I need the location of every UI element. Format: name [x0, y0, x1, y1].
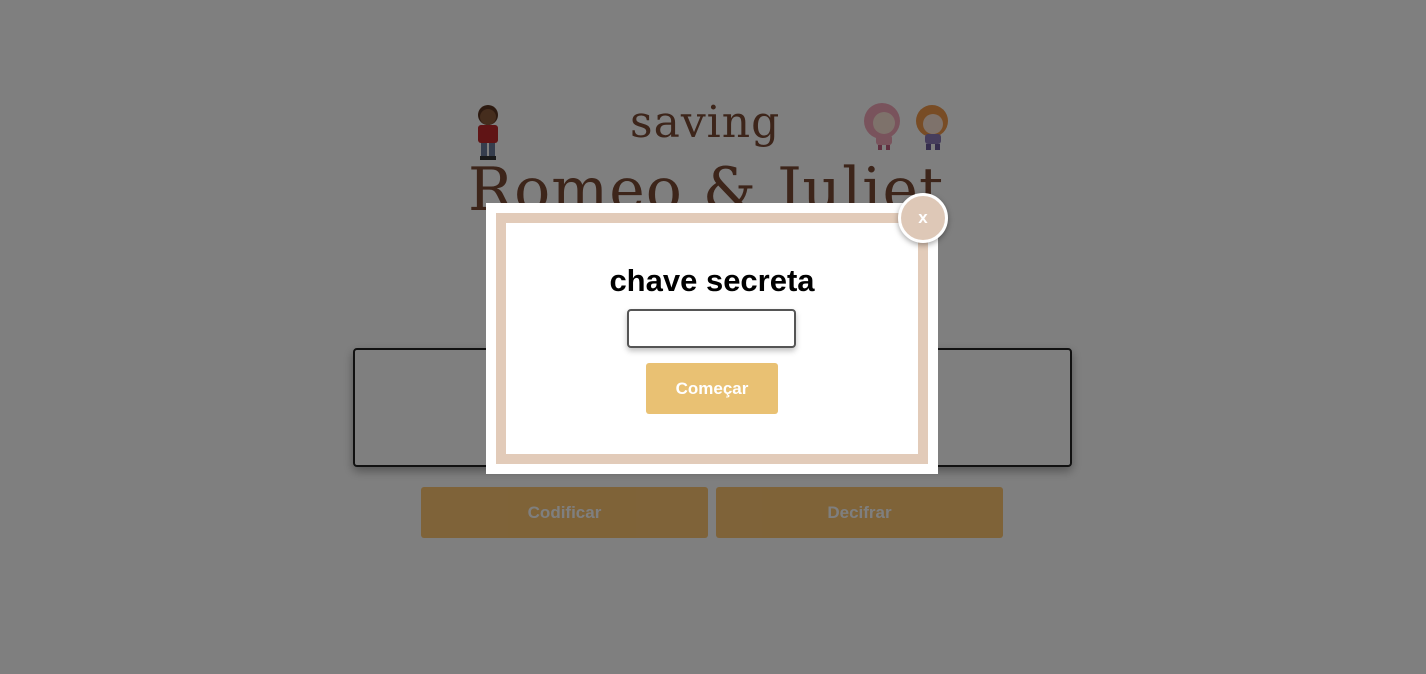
modal-title: chave secreta — [609, 263, 815, 298]
app-page: saving Romeo & Juliet Codificar Decifrar… — [0, 0, 1426, 674]
start-button[interactable]: Começar — [646, 363, 778, 414]
close-modal-button[interactable]: x — [898, 193, 948, 243]
secret-key-modal: chave secreta Começar — [486, 203, 938, 474]
secret-key-input[interactable] — [627, 309, 796, 348]
